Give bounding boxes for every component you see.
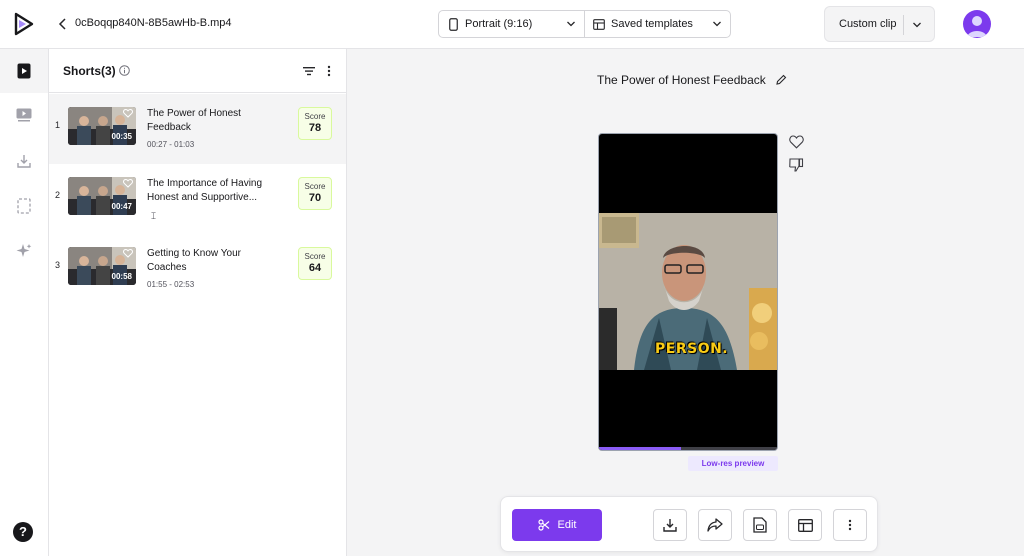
- app: 0cBoqqp840N-8B5awHb-B.mp4 Portrait (9:16…: [0, 0, 1024, 556]
- short-duration: 00:35: [111, 132, 132, 141]
- short-score-badge: Score 70: [298, 177, 332, 210]
- shorts-panel: Shorts(3) 1 00:35 The Power of Honest Fe…: [49, 49, 347, 556]
- layout-button[interactable]: [788, 509, 822, 541]
- short-score-badge: Score 78: [298, 107, 332, 140]
- format-selector: Portrait (9:16) Saved templates: [438, 10, 731, 38]
- short-item[interactable]: 3 00:58 Getting to Know Your Coaches 01:…: [49, 234, 346, 304]
- like-heart-icon[interactable]: [789, 135, 804, 149]
- aspect-ratio-label: Portrait (9:16): [465, 18, 533, 30]
- chevron-down-icon[interactable]: [912, 20, 922, 30]
- user-avatar[interactable]: [963, 10, 991, 38]
- shorts-icon: [17, 63, 31, 79]
- short-duration: 00:47: [111, 202, 132, 211]
- top-bar: 0cBoqqp840N-8B5awHb-B.mp4 Portrait (9:16…: [0, 0, 1024, 49]
- custom-clip-label: Custom clip: [839, 18, 897, 30]
- short-thumbnail: 00:47: [68, 177, 136, 215]
- saved-templates-dropdown[interactable]: Saved templates: [585, 11, 730, 37]
- video-frame: PERSON.: [599, 213, 777, 370]
- score-value: 78: [308, 122, 322, 134]
- short-thumbnail: 00:58: [68, 247, 136, 285]
- back-chevron-icon[interactable]: [57, 16, 69, 32]
- short-time-range: 01:55 - 02:53: [147, 280, 195, 289]
- short-time-range: 00:27 - 01:03: [147, 140, 195, 149]
- more-options-button[interactable]: [833, 509, 867, 541]
- help-button[interactable]: ?: [13, 522, 33, 542]
- favorite-icon[interactable]: [123, 109, 133, 118]
- short-index: 3: [55, 260, 61, 270]
- scissors-icon: [537, 519, 549, 531]
- user-icon: [967, 16, 987, 37]
- edit-title-icon[interactable]: [776, 74, 787, 85]
- filter-icon[interactable]: [303, 65, 315, 77]
- crop-icon: [17, 198, 31, 214]
- video-preview[interactable]: PERSON.: [598, 133, 778, 451]
- saved-templates-label: Saved templates: [611, 18, 693, 30]
- short-item[interactable]: 1 00:35 The Power of Honest Feedback 00:…: [49, 94, 346, 164]
- shorts-panel-header: Shorts(3): [49, 49, 346, 93]
- export-button[interactable]: [743, 509, 777, 541]
- custom-clip-button[interactable]: Custom clip: [824, 6, 935, 42]
- short-thumbnail: 00:35: [68, 107, 136, 145]
- score-value: 70: [308, 192, 322, 204]
- favorite-icon[interactable]: [123, 249, 133, 258]
- low-res-preview-badge: Low-res preview: [688, 456, 778, 471]
- download-icon: [663, 519, 677, 532]
- videos-icon: [16, 108, 32, 122]
- short-item[interactable]: 2 00:47 The Importance of Having Honest …: [49, 164, 346, 234]
- layout-icon: [797, 518, 813, 532]
- info-icon[interactable]: [119, 65, 130, 76]
- rail-ai-button[interactable]: [0, 229, 48, 273]
- short-duration: 00:58: [111, 272, 132, 281]
- clip-toolbar: Edit: [500, 496, 878, 552]
- score-label: Score: [304, 112, 326, 121]
- short-title: The Power of Honest Feedback: [147, 108, 241, 133]
- text-cursor-icon: 𝙸: [150, 211, 158, 222]
- download-button[interactable]: [653, 509, 687, 541]
- share-button[interactable]: [698, 509, 732, 541]
- more-vertical-icon[interactable]: [326, 64, 332, 78]
- app-logo-icon[interactable]: [11, 12, 35, 36]
- chevron-down-icon: [567, 21, 575, 27]
- short-title: The Importance of Having Honest and Supp…: [147, 178, 263, 203]
- chevron-down-icon: [713, 21, 721, 27]
- template-icon: [593, 17, 605, 31]
- aspect-ratio-dropdown[interactable]: Portrait (9:16): [439, 11, 585, 37]
- edit-button[interactable]: Edit: [512, 509, 602, 541]
- short-index: 1: [55, 120, 61, 130]
- video-progress-fill: [599, 447, 681, 450]
- rail-downloads-button[interactable]: [0, 139, 48, 183]
- score-label: Score: [304, 182, 326, 191]
- more-vertical-icon: [848, 519, 852, 531]
- file-export-icon: [753, 517, 767, 533]
- thumbs-down-icon[interactable]: [789, 158, 804, 173]
- score-value: 64: [308, 262, 322, 274]
- button-divider: [903, 15, 904, 35]
- edit-label: Edit: [557, 519, 577, 531]
- short-title: Getting to Know Your Coaches: [147, 248, 241, 273]
- favorite-icon[interactable]: [123, 179, 133, 188]
- rail-videos-button[interactable]: [0, 93, 48, 137]
- short-index: 2: [55, 190, 61, 200]
- side-rail: ?: [0, 49, 49, 556]
- rail-shorts-button[interactable]: [0, 49, 48, 93]
- download-icon: [17, 155, 31, 168]
- short-score-badge: Score 64: [298, 247, 332, 280]
- score-label: Score: [304, 252, 326, 261]
- sparkle-icon: [16, 244, 32, 257]
- file-name: 0cBoqqp840N-8B5awHb-B.mp4: [75, 17, 232, 29]
- clip-title: The Power of Honest Feedback: [597, 73, 766, 87]
- video-progress-track[interactable]: [599, 447, 777, 450]
- phone-icon: [447, 17, 459, 31]
- share-arrow-icon: [707, 518, 723, 532]
- shorts-panel-title: Shorts(3): [63, 64, 116, 78]
- video-caption: PERSON.: [655, 341, 729, 357]
- rail-crop-button[interactable]: [0, 184, 48, 228]
